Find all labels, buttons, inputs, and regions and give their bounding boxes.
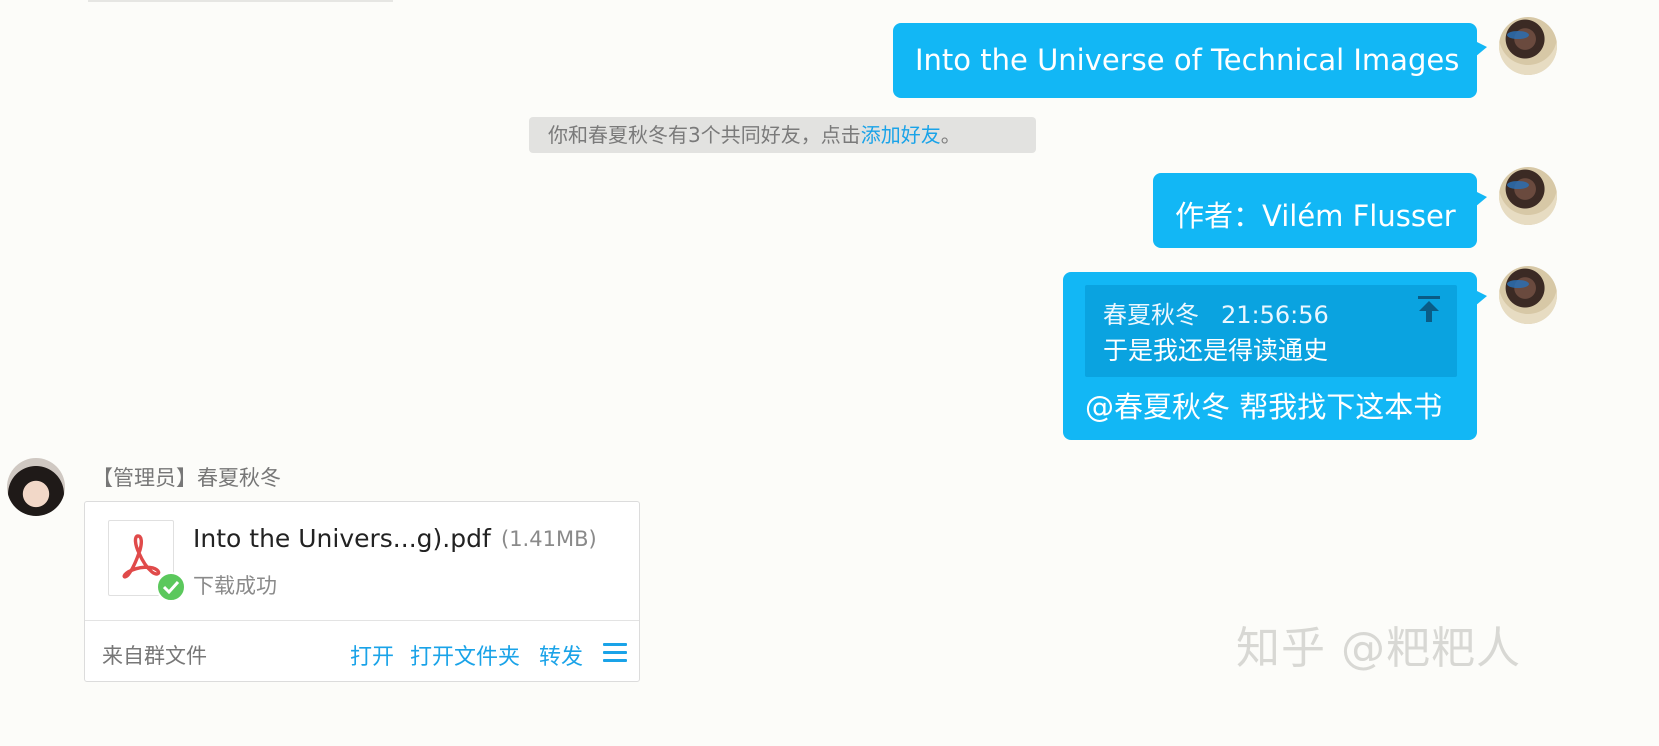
quote-text: 于是我还是得读通史	[1103, 336, 1329, 365]
file-name[interactable]: Into the Univers...g).pdf	[193, 524, 491, 553]
sender-name: 【管理员】春夏秋冬	[92, 466, 281, 490]
top-divider	[88, 0, 393, 2]
reply-message-bubble[interactable]: 春夏秋冬 21:56:56 于是我还是得读通史 @春夏秋冬 帮我找下这本书	[1063, 272, 1487, 440]
file-size: (1.41MB)	[501, 527, 597, 551]
file-source: 来自群文件	[102, 644, 207, 668]
check-icon	[156, 572, 186, 602]
file-card[interactable]: Into the Univers...g).pdf (1.41MB) 下载成功 …	[84, 501, 640, 682]
open-button[interactable]: 打开	[350, 639, 394, 671]
message-text: Into the Universe of Technical Images	[915, 43, 1460, 77]
pin-top-icon[interactable]	[1417, 295, 1441, 323]
system-notice: 你和春夏秋冬有3个共同好友，点击添加好友。	[529, 117, 1036, 153]
avatar[interactable]	[1499, 167, 1557, 225]
message-text: @春夏秋冬 帮我找下这本书	[1085, 390, 1443, 424]
pdf-logo-icon	[122, 534, 161, 579]
avatar[interactable]	[1499, 17, 1557, 75]
forward-button[interactable]: 转发	[539, 639, 583, 671]
quoted-message[interactable]: 春夏秋冬 21:56:56 于是我还是得读通史	[1085, 285, 1457, 377]
add-friend-link[interactable]: 添加好友	[861, 123, 941, 147]
quote-author: 春夏秋冬	[1103, 301, 1199, 329]
notice-end: 。	[940, 123, 961, 147]
card-divider	[85, 620, 639, 621]
message-text: 作者：Vilém Flusser	[1175, 199, 1456, 233]
menu-icon[interactable]	[603, 643, 627, 663]
message-bubble[interactable]: 作者：Vilém Flusser	[1153, 173, 1487, 248]
notice-text: 你和春夏秋冬有3个共同好友，点击	[548, 123, 861, 147]
quote-meta: 春夏秋冬 21:56:56	[1103, 295, 1329, 330]
avatar[interactable]	[7, 458, 65, 516]
chat-window: Into the Universe of Technical Images 你和…	[0, 0, 1659, 746]
open-folder-button[interactable]: 打开文件夹	[410, 639, 520, 671]
download-status: 下载成功	[193, 574, 277, 598]
watermark: 知乎 @粑粑人	[1236, 623, 1521, 674]
message-bubble[interactable]: Into the Universe of Technical Images	[893, 23, 1487, 98]
quote-time: 21:56:56	[1221, 301, 1329, 329]
avatar[interactable]	[1499, 266, 1557, 324]
